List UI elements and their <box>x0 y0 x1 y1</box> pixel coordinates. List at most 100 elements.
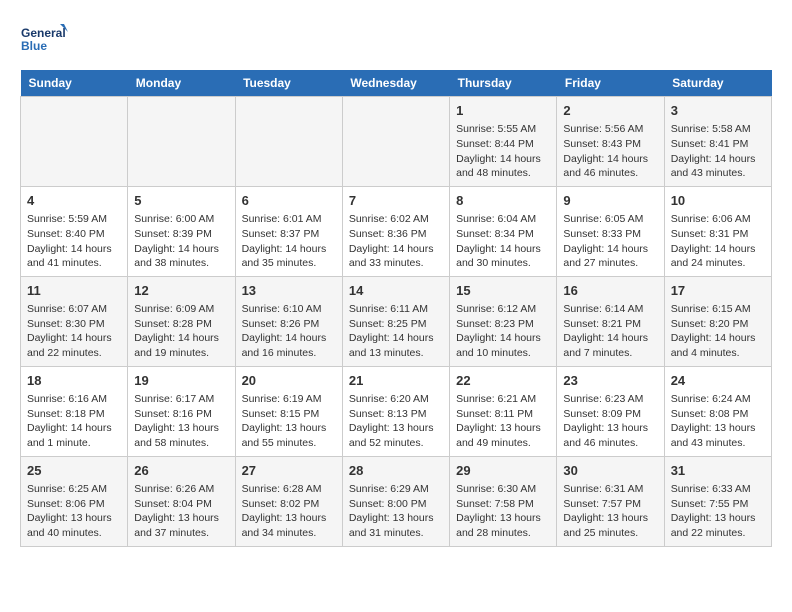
calendar-cell: 25 Sunrise: 6:25 AM Sunset: 8:06 PM Dayli… <box>21 456 128 546</box>
day-info: Sunrise: 6:02 AM Sunset: 8:36 PM Dayligh… <box>349 212 443 271</box>
day-info: Sunrise: 6:07 AM Sunset: 8:30 PM Dayligh… <box>27 302 121 361</box>
day-number: 23 <box>563 372 657 390</box>
day-info: Sunrise: 6:14 AM Sunset: 8:21 PM Dayligh… <box>563 302 657 361</box>
header: General Blue <box>20 20 772 60</box>
day-info: Sunrise: 6:28 AM Sunset: 8:02 PM Dayligh… <box>242 482 336 541</box>
day-info: Sunrise: 6:29 AM Sunset: 8:00 PM Dayligh… <box>349 482 443 541</box>
day-info: Sunrise: 5:56 AM Sunset: 8:43 PM Dayligh… <box>563 122 657 181</box>
day-number: 1 <box>456 102 550 120</box>
day-number: 11 <box>27 282 121 300</box>
weekday-header-row: SundayMondayTuesdayWednesdayThursdayFrid… <box>21 70 772 97</box>
day-info: Sunrise: 6:19 AM Sunset: 8:15 PM Dayligh… <box>242 392 336 451</box>
day-info: Sunrise: 6:00 AM Sunset: 8:39 PM Dayligh… <box>134 212 228 271</box>
calendar-cell: 23 Sunrise: 6:23 AM Sunset: 8:09 PM Dayli… <box>557 366 664 456</box>
day-info: Sunrise: 6:33 AM Sunset: 7:55 PM Dayligh… <box>671 482 765 541</box>
day-info: Sunrise: 6:09 AM Sunset: 8:28 PM Dayligh… <box>134 302 228 361</box>
day-info: Sunrise: 6:06 AM Sunset: 8:31 PM Dayligh… <box>671 212 765 271</box>
day-number: 28 <box>349 462 443 480</box>
calendar-cell: 31 Sunrise: 6:33 AM Sunset: 7:55 PM Dayli… <box>664 456 771 546</box>
day-number: 2 <box>563 102 657 120</box>
day-number: 8 <box>456 192 550 210</box>
day-info: Sunrise: 6:11 AM Sunset: 8:25 PM Dayligh… <box>349 302 443 361</box>
calendar-cell: 26Sunrise: 6:26 AM Sunset: 8:04 PM Dayli… <box>128 456 235 546</box>
day-info: Sunrise: 6:16 AM Sunset: 8:18 PM Dayligh… <box>27 392 121 451</box>
day-number: 17 <box>671 282 765 300</box>
calendar-cell: 22 Sunrise: 6:21 AM Sunset: 8:11 PM Dayli… <box>450 366 557 456</box>
calendar-cell <box>342 97 449 187</box>
day-number: 5 <box>134 192 228 210</box>
day-number: 7 <box>349 192 443 210</box>
calendar-cell: 14Sunrise: 6:11 AM Sunset: 8:25 PM Dayli… <box>342 276 449 366</box>
day-number: 29 <box>456 462 550 480</box>
calendar-cell: 28 Sunrise: 6:29 AM Sunset: 8:00 PM Dayli… <box>342 456 449 546</box>
day-number: 15 <box>456 282 550 300</box>
day-info: Sunrise: 6:10 AM Sunset: 8:26 PM Dayligh… <box>242 302 336 361</box>
day-number: 20 <box>242 372 336 390</box>
calendar-cell <box>235 97 342 187</box>
calendar-cell: 30 Sunrise: 6:31 AM Sunset: 7:57 PM Dayli… <box>557 456 664 546</box>
weekday-header-thursday: Thursday <box>450 70 557 97</box>
calendar-cell: 6Sunrise: 6:01 AM Sunset: 8:37 PM Daylig… <box>235 186 342 276</box>
day-number: 12 <box>134 282 228 300</box>
calendar-cell: 16 Sunrise: 6:14 AM Sunset: 8:21 PM Dayli… <box>557 276 664 366</box>
day-info: Sunrise: 6:31 AM Sunset: 7:57 PM Dayligh… <box>563 482 657 541</box>
day-number: 18 <box>27 372 121 390</box>
weekday-header-saturday: Saturday <box>664 70 771 97</box>
calendar-week-2: 4Sunrise: 5:59 AM Sunset: 8:40 PM Daylig… <box>21 186 772 276</box>
calendar-cell: 1 Sunrise: 5:55 AM Sunset: 8:44 PM Daylig… <box>450 97 557 187</box>
day-info: Sunrise: 6:24 AM Sunset: 8:08 PM Dayligh… <box>671 392 765 451</box>
day-info: Sunrise: 5:55 AM Sunset: 8:44 PM Dayligh… <box>456 122 550 181</box>
calendar-cell: 17 Sunrise: 6:15 AM Sunset: 8:20 PM Dayli… <box>664 276 771 366</box>
calendar-cell: 9 Sunrise: 6:05 AM Sunset: 8:33 PM Daylig… <box>557 186 664 276</box>
weekday-header-tuesday: Tuesday <box>235 70 342 97</box>
day-number: 16 <box>563 282 657 300</box>
day-number: 27 <box>242 462 336 480</box>
day-info: Sunrise: 6:25 AM Sunset: 8:06 PM Dayligh… <box>27 482 121 541</box>
day-number: 21 <box>349 372 443 390</box>
calendar-cell: 3 Sunrise: 5:58 AM Sunset: 8:41 PM Daylig… <box>664 97 771 187</box>
day-info: Sunrise: 6:20 AM Sunset: 8:13 PM Dayligh… <box>349 392 443 451</box>
calendar-cell: 5 Sunrise: 6:00 AM Sunset: 8:39 PM Daylig… <box>128 186 235 276</box>
calendar-week-1: 1 Sunrise: 5:55 AM Sunset: 8:44 PM Daylig… <box>21 97 772 187</box>
calendar-cell: 24Sunrise: 6:24 AM Sunset: 8:08 PM Dayli… <box>664 366 771 456</box>
weekday-header-monday: Monday <box>128 70 235 97</box>
calendar-cell: 20 Sunrise: 6:19 AM Sunset: 8:15 PM Dayli… <box>235 366 342 456</box>
day-number: 25 <box>27 462 121 480</box>
calendar-cell: 11 Sunrise: 6:07 AM Sunset: 8:30 PM Dayli… <box>21 276 128 366</box>
calendar-table: SundayMondayTuesdayWednesdayThursdayFrid… <box>20 70 772 547</box>
calendar-cell <box>128 97 235 187</box>
weekday-header-friday: Friday <box>557 70 664 97</box>
calendar-cell <box>21 97 128 187</box>
day-number: 4 <box>27 192 121 210</box>
day-info: Sunrise: 6:15 AM Sunset: 8:20 PM Dayligh… <box>671 302 765 361</box>
calendar-cell: 2 Sunrise: 5:56 AM Sunset: 8:43 PM Daylig… <box>557 97 664 187</box>
day-info: Sunrise: 5:58 AM Sunset: 8:41 PM Dayligh… <box>671 122 765 181</box>
day-number: 31 <box>671 462 765 480</box>
calendar-cell: 7 Sunrise: 6:02 AM Sunset: 8:36 PM Daylig… <box>342 186 449 276</box>
day-info: Sunrise: 6:30 AM Sunset: 7:58 PM Dayligh… <box>456 482 550 541</box>
weekday-header-wednesday: Wednesday <box>342 70 449 97</box>
calendar-week-3: 11 Sunrise: 6:07 AM Sunset: 8:30 PM Dayli… <box>21 276 772 366</box>
day-number: 22 <box>456 372 550 390</box>
calendar-cell: 12 Sunrise: 6:09 AM Sunset: 8:28 PM Dayli… <box>128 276 235 366</box>
day-number: 30 <box>563 462 657 480</box>
day-number: 3 <box>671 102 765 120</box>
day-info: Sunrise: 6:23 AM Sunset: 8:09 PM Dayligh… <box>563 392 657 451</box>
calendar-cell: 13 Sunrise: 6:10 AM Sunset: 8:26 PM Dayli… <box>235 276 342 366</box>
calendar-cell: 8 Sunrise: 6:04 AM Sunset: 8:34 PM Daylig… <box>450 186 557 276</box>
day-number: 9 <box>563 192 657 210</box>
day-info: Sunrise: 6:04 AM Sunset: 8:34 PM Dayligh… <box>456 212 550 271</box>
day-number: 19 <box>134 372 228 390</box>
calendar-cell: 18 Sunrise: 6:16 AM Sunset: 8:18 PM Dayli… <box>21 366 128 456</box>
logo: General Blue <box>20 20 70 60</box>
day-info: Sunrise: 6:17 AM Sunset: 8:16 PM Dayligh… <box>134 392 228 451</box>
day-info: Sunrise: 6:12 AM Sunset: 8:23 PM Dayligh… <box>456 302 550 361</box>
day-info: Sunrise: 6:05 AM Sunset: 8:33 PM Dayligh… <box>563 212 657 271</box>
weekday-header-sunday: Sunday <box>21 70 128 97</box>
day-info: Sunrise: 6:21 AM Sunset: 8:11 PM Dayligh… <box>456 392 550 451</box>
calendar-cell: 27 Sunrise: 6:28 AM Sunset: 8:02 PM Dayli… <box>235 456 342 546</box>
calendar-cell: 29 Sunrise: 6:30 AM Sunset: 7:58 PM Dayli… <box>450 456 557 546</box>
logo-svg: General Blue <box>20 20 70 60</box>
day-number: 13 <box>242 282 336 300</box>
day-number: 10 <box>671 192 765 210</box>
